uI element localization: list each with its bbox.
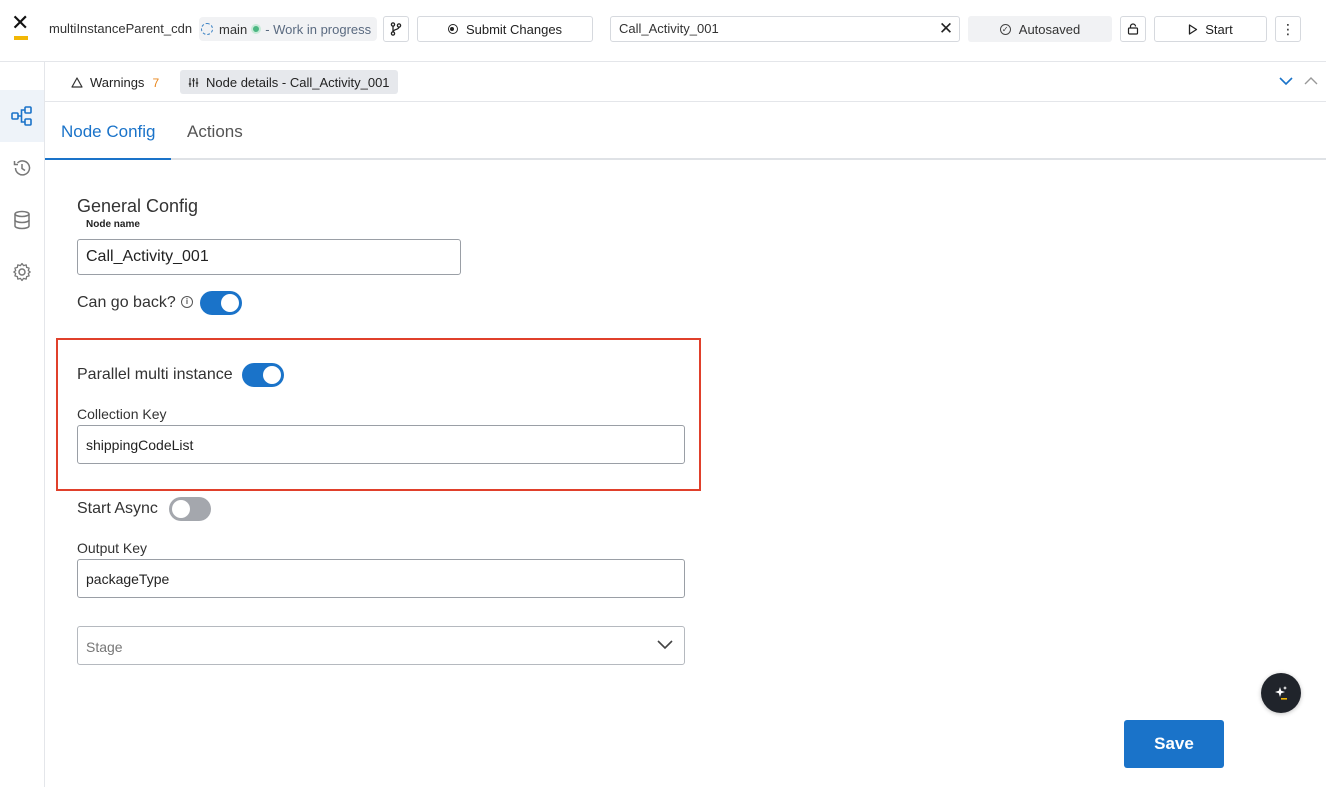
autosaved-status: ✓ Autosaved xyxy=(968,16,1112,42)
submit-changes-label: Submit Changes xyxy=(465,21,563,37)
chevron-down-icon xyxy=(657,640,673,650)
sidebar-item-process[interactable] xyxy=(0,90,44,142)
more-options-button[interactable]: ⋮ xyxy=(1275,16,1301,42)
chevron-up-icon[interactable] xyxy=(1303,74,1319,88)
toggle-knob xyxy=(221,294,239,312)
clear-search-icon[interactable]: ✕ xyxy=(937,19,955,39)
submit-changes-button[interactable]: Submit Changes xyxy=(417,16,593,42)
database-icon xyxy=(14,210,30,230)
can-go-back-label: Can go back? xyxy=(77,294,176,311)
start-async-toggle[interactable] xyxy=(169,497,211,521)
parallel-multi-instance-toggle[interactable] xyxy=(242,363,284,387)
can-go-back-toggle[interactable] xyxy=(200,291,242,315)
output-key-field-box xyxy=(77,559,685,598)
node-search-box: ✕ xyxy=(610,16,960,42)
process-diagram-icon xyxy=(11,106,32,126)
app-logo[interactable]: ✕ xyxy=(11,13,31,42)
warnings-tab[interactable]: Warnings 7 xyxy=(71,71,159,94)
sidebar-item-history[interactable] xyxy=(0,142,44,194)
tab-node-config[interactable]: Node Config xyxy=(61,122,156,142)
play-icon xyxy=(1189,23,1198,35)
start-async-label: Start Async xyxy=(77,500,158,517)
start-label: Start xyxy=(1205,21,1233,37)
top-bar: ✕ multiInstanceParent_cdn main - Work in… xyxy=(0,0,1326,58)
collection-key-field-box xyxy=(77,425,685,464)
sidebar-item-data[interactable] xyxy=(0,194,44,246)
collection-key-label: Collection Key xyxy=(77,406,167,422)
node-name-field-box xyxy=(77,239,461,275)
node-name-input[interactable] xyxy=(78,240,460,274)
parallel-multi-instance-label: Parallel multi instance xyxy=(77,366,233,383)
node-search-input[interactable] xyxy=(619,21,929,36)
general-config-title: General Config xyxy=(77,196,199,216)
lock-icon xyxy=(1127,23,1139,35)
branch-name: main xyxy=(219,21,248,37)
ai-assistant-button[interactable] xyxy=(1261,673,1301,713)
stage-select[interactable]: Stage xyxy=(77,626,685,665)
autosaved-label: Autosaved xyxy=(1018,21,1081,37)
project-name: multiInstanceParent_cdn xyxy=(49,21,193,36)
chevron-down-icon[interactable] xyxy=(1278,74,1294,88)
active-tab-indicator xyxy=(45,158,171,160)
save-button[interactable]: Save xyxy=(1124,720,1224,768)
sidebar-item-settings[interactable] xyxy=(0,246,44,298)
node-name-label: Node name xyxy=(86,219,140,230)
gear-icon xyxy=(13,262,31,282)
toggle-knob xyxy=(263,366,281,384)
sliders-icon xyxy=(188,77,199,87)
config-tabs: Node Config Actions xyxy=(45,102,1326,160)
sparkle-icon xyxy=(1275,686,1287,700)
warnings-label: Warnings xyxy=(90,75,145,90)
warnings-count-badge: 7 xyxy=(152,75,160,90)
branch-status: - Work in progress xyxy=(265,21,372,37)
collection-key-input[interactable] xyxy=(78,426,684,463)
status-dot-icon xyxy=(251,24,262,34)
toggle-knob xyxy=(172,500,190,518)
history-icon xyxy=(13,160,31,176)
lock-button[interactable] xyxy=(1120,16,1146,42)
submit-icon xyxy=(447,24,458,34)
output-key-label: Output Key xyxy=(77,540,148,556)
output-key-input[interactable] xyxy=(78,560,684,597)
branch-button[interactable] xyxy=(383,16,409,42)
more-vertical-icon: ⋮ xyxy=(1281,20,1295,37)
stage-placeholder: Stage xyxy=(86,639,123,655)
node-details-tab[interactable]: Node details - Call_Activity_001 xyxy=(180,70,398,94)
warning-icon xyxy=(71,77,83,88)
branch-indicator[interactable]: main - Work in progress xyxy=(199,17,378,41)
start-button[interactable]: Start xyxy=(1154,16,1267,42)
node-details-label: Node details - Call_Activity_001 xyxy=(206,74,390,90)
panel-header: Warnings 7 Node details - Call_Activity_… xyxy=(45,62,1326,102)
git-branch-icon xyxy=(390,22,402,36)
info-icon[interactable]: i xyxy=(181,296,193,308)
check-circle-icon: ✓ xyxy=(999,23,1011,35)
left-sidebar xyxy=(0,62,45,787)
branch-sync-icon xyxy=(201,23,213,35)
tab-actions[interactable]: Actions xyxy=(187,122,243,142)
